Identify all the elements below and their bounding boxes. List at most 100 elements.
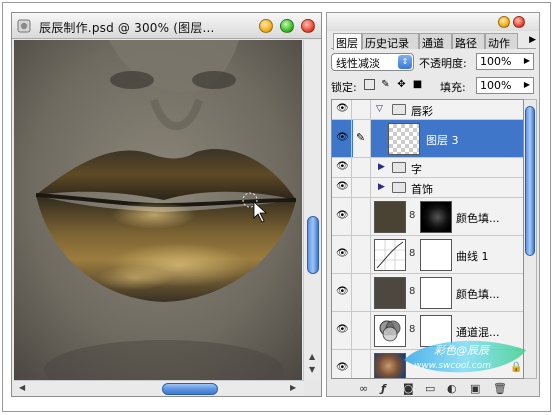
layer-row-group-lipgloss[interactable]: 👁 ▽ 唇彩 bbox=[332, 100, 523, 120]
link-cell[interactable] bbox=[353, 350, 371, 378]
scroll-right-arrow-icon[interactable]: ▶ bbox=[290, 383, 296, 392]
vertical-scroll-thumb[interactable] bbox=[307, 216, 319, 274]
layer-row-color-fill-2[interactable]: 👁 8 颜色填... bbox=[332, 274, 523, 312]
link-cell[interactable] bbox=[353, 158, 371, 177]
layer-name: 图层 3 bbox=[426, 134, 459, 147]
eye-icon: 👁 bbox=[336, 210, 349, 221]
link-cell[interactable] bbox=[353, 312, 371, 349]
layers-bottom-toolbar: ∞ ƒ ◙ ▭ ◐ ▣ 🗑 bbox=[327, 381, 539, 397]
palette-minimize-button[interactable] bbox=[498, 16, 510, 28]
tab-history[interactable]: 历史记录 bbox=[362, 33, 419, 49]
blend-mode-select[interactable]: 线性减淡 ⇕ bbox=[331, 53, 414, 71]
horizontal-scroll-thumb[interactable] bbox=[162, 383, 218, 395]
link-cell[interactable]: ✎ bbox=[353, 120, 371, 157]
scroll-up-arrow-icon[interactable]: ▲ bbox=[309, 352, 315, 361]
group-expanded-triangle-icon[interactable]: ▽ bbox=[376, 104, 383, 114]
layer-name: 唇彩 bbox=[411, 105, 433, 118]
chain-link-icon: 8 bbox=[409, 324, 416, 335]
layer-name: 字 bbox=[411, 163, 422, 176]
watermark-url: www.swcool.com bbox=[414, 361, 491, 371]
palette-close-button[interactable] bbox=[513, 16, 525, 28]
zoom-button[interactable] bbox=[280, 19, 294, 33]
document-window: 辰辰制作.psd @ 300% (图层... ▲ ▼ ◀ ▶ bbox=[11, 12, 322, 397]
fill-field[interactable]: 100% ▶ bbox=[476, 77, 534, 94]
chain-link-icon: 8 bbox=[409, 286, 416, 297]
visibility-toggle[interactable]: 👁 bbox=[332, 100, 352, 119]
image-canvas[interactable] bbox=[14, 40, 302, 380]
mask-thumbnail bbox=[420, 239, 452, 271]
palette-menu-arrow-icon[interactable]: ▶ bbox=[529, 35, 536, 45]
lock-image-brush-icon[interactable]: ✎ bbox=[380, 79, 391, 90]
layer-name: 颜色填... bbox=[456, 212, 500, 225]
lock-position-move-icon[interactable]: ✥ bbox=[396, 79, 407, 90]
visibility-toggle[interactable]: 👁 bbox=[332, 274, 352, 311]
opacity-label: 不透明度: bbox=[419, 57, 467, 70]
layers-scroll-thumb[interactable] bbox=[525, 106, 535, 256]
psd-file-icon bbox=[17, 19, 31, 33]
curves-thumbnail bbox=[374, 239, 406, 271]
fill-label: 填充: bbox=[440, 81, 466, 94]
tab-layers[interactable]: 图层 bbox=[333, 33, 362, 50]
trash-icon[interactable]: 🗑 bbox=[493, 382, 507, 395]
lock-fill-row: 锁定: ✎ ✥ ■ 填充: 100% ▶ bbox=[331, 77, 536, 95]
link-cell[interactable] bbox=[353, 236, 371, 273]
watermark-title: 彩色@辰辰 bbox=[434, 344, 491, 357]
layer-style-icon[interactable]: ƒ bbox=[381, 382, 386, 395]
fill-value: 100% bbox=[480, 79, 512, 92]
folder-icon bbox=[392, 162, 406, 173]
visibility-toggle[interactable]: 👁 bbox=[332, 198, 352, 235]
scroll-down-arrow-icon[interactable]: ▼ bbox=[309, 365, 315, 374]
lock-all-padlock-icon[interactable]: ■ bbox=[412, 79, 423, 90]
folder-icon bbox=[392, 104, 406, 115]
new-group-icon[interactable]: ▭ bbox=[425, 382, 435, 395]
lock-transparent-icon[interactable] bbox=[364, 79, 375, 90]
layer-row-layer-3[interactable]: 👁 ✎ 图层 3 bbox=[332, 120, 523, 158]
vertical-scrollbar[interactable]: ▲ ▼ bbox=[303, 40, 321, 380]
opacity-field[interactable]: 100% ▶ bbox=[476, 53, 534, 70]
eye-icon: 👁 bbox=[336, 324, 349, 335]
scroll-left-arrow-icon[interactable]: ◀ bbox=[19, 383, 25, 392]
horizontal-scrollbar[interactable]: ◀ ▶ bbox=[14, 380, 304, 396]
new-layer-icon[interactable]: ▣ bbox=[470, 382, 480, 395]
eye-icon: 👁 bbox=[336, 161, 349, 172]
layer-row-color-fill-1[interactable]: 👁 8 颜色填... bbox=[332, 198, 523, 236]
link-cell[interactable] bbox=[353, 100, 371, 119]
palette-title-bar[interactable] bbox=[327, 13, 539, 31]
visibility-toggle[interactable]: 👁 bbox=[332, 158, 352, 177]
layer-row-group-text[interactable]: 👁 ▶ 字 bbox=[332, 158, 523, 178]
group-collapsed-triangle-icon[interactable]: ▶ bbox=[378, 182, 385, 192]
visibility-toggle[interactable]: 👁 bbox=[332, 120, 352, 157]
visibility-toggle[interactable]: 👁 bbox=[332, 236, 352, 273]
fill-slider-arrow-icon[interactable]: ▶ bbox=[524, 80, 530, 89]
lips-photo bbox=[14, 40, 302, 380]
fill-thumbnail bbox=[374, 277, 406, 309]
visibility-toggle[interactable]: 👁 bbox=[332, 312, 352, 349]
link-cell[interactable] bbox=[353, 198, 371, 235]
layer-row-curves-1[interactable]: 👁 8 曲线 1 bbox=[332, 236, 523, 274]
adjustment-layer-icon[interactable]: ◐ bbox=[447, 382, 457, 395]
mask-icon[interactable]: ◙ bbox=[403, 382, 414, 395]
layer-row-group-jewelry[interactable]: 👁 ▶ 首饰 bbox=[332, 178, 523, 198]
opacity-slider-arrow-icon[interactable]: ▶ bbox=[524, 56, 530, 65]
visibility-toggle[interactable]: 👁 bbox=[332, 178, 352, 197]
close-button[interactable] bbox=[301, 19, 315, 33]
visibility-toggle[interactable]: 👁 bbox=[332, 350, 352, 378]
chain-link-icon: 8 bbox=[409, 210, 416, 221]
brush-icon: ✎ bbox=[356, 131, 366, 144]
eye-icon: 👁 bbox=[336, 181, 349, 192]
tab-actions[interactable]: 动作 bbox=[485, 33, 518, 49]
link-cell[interactable] bbox=[353, 274, 371, 311]
tab-channels[interactable]: 通道 bbox=[419, 33, 452, 49]
updown-arrows-icon: ⇕ bbox=[398, 55, 412, 69]
eye-icon: 👁 bbox=[336, 248, 349, 259]
group-collapsed-triangle-icon[interactable]: ▶ bbox=[378, 162, 385, 172]
minimize-button[interactable] bbox=[259, 19, 273, 33]
lock-label: 锁定: bbox=[331, 81, 357, 94]
tab-paths[interactable]: 路径 bbox=[452, 33, 485, 49]
fill-thumbnail bbox=[374, 201, 406, 233]
curves-graph-icon bbox=[375, 240, 405, 270]
link-cell[interactable] bbox=[353, 178, 371, 197]
eye-icon: 👁 bbox=[336, 362, 349, 373]
link-layers-icon[interactable]: ∞ bbox=[359, 382, 368, 395]
document-title-bar[interactable]: 辰辰制作.psd @ 300% (图层... bbox=[12, 13, 321, 39]
